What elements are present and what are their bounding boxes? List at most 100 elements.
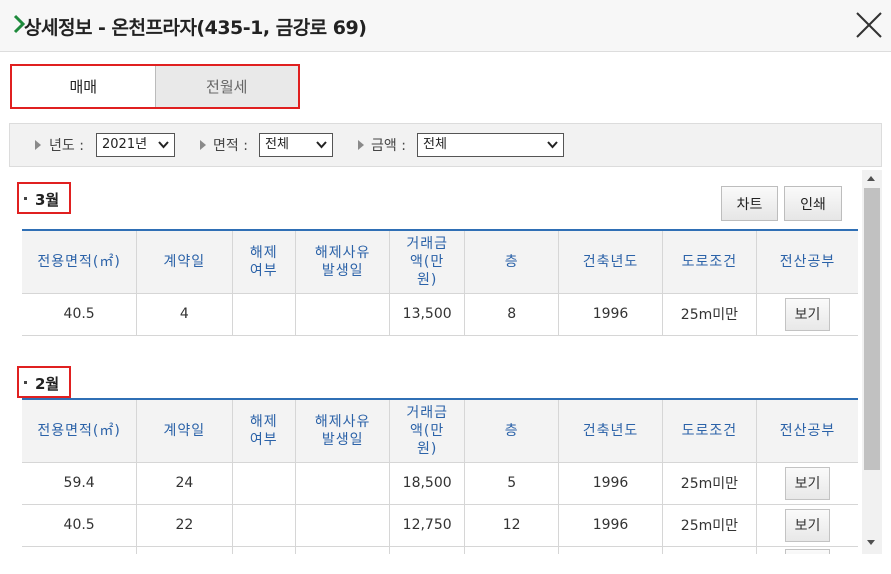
column-header-price: 거래금 액(만 원)	[389, 229, 466, 294]
bullet-arrow-icon	[200, 140, 206, 150]
column-header-price: 거래금 액(만 원)	[389, 398, 466, 463]
cell-ledger	[756, 545, 858, 554]
table-row: 59.4 24 18,500 5 1996 25m미만 보기	[22, 461, 858, 505]
table-header-row: 전용면적(㎡) 계약일 해제 여부 해제사유 발생일 거래금 액(만 원) 층 건축년도…	[22, 229, 858, 294]
chevron-down-icon	[547, 141, 558, 149]
cell-built-year: 1996	[558, 503, 663, 547]
cell-ledger: 보기	[756, 461, 858, 505]
column-header-built-year: 건축년도	[558, 229, 663, 294]
column-header-cancel-date: 해제사유 발생일	[295, 229, 391, 294]
transactions-table-march: 전용면적(㎡) 계약일 해제 여부 해제사유 발생일 거래금 액(만 원) 층 건축년도…	[22, 229, 858, 336]
year-select[interactable]: 2021년	[96, 133, 175, 157]
cell-floor: 5	[464, 461, 560, 505]
cell-cancel-date	[295, 461, 391, 505]
bullet-arrow-icon	[358, 140, 364, 150]
cell-contract-day: 24	[136, 461, 233, 505]
view-ledger-button[interactable]: 보기	[785, 466, 830, 500]
window-title: 상세정보 - 온천프라자(435-1, 금강로 69)	[24, 17, 367, 39]
column-header-ledger: 전산공부	[756, 229, 858, 294]
column-header-area: 전용면적(㎡)	[22, 398, 138, 463]
bullet-dot-icon	[24, 381, 27, 384]
column-header-contract-day: 계약일	[136, 398, 233, 463]
cell-cancel-date	[295, 545, 391, 554]
title-bar: 상세정보 - 온천프라자(435-1, 금강로 69)	[0, 0, 891, 52]
tab-sale[interactable]: 매매	[12, 66, 155, 107]
month-heading: 3월	[17, 182, 72, 214]
column-header-floor: 층	[464, 229, 560, 294]
cell-cancelled	[231, 461, 297, 505]
amount-select[interactable]: 전체	[417, 133, 564, 157]
cell-road	[661, 545, 758, 554]
chevron-down-icon	[158, 141, 169, 149]
year-select-value: 2021년	[102, 137, 148, 152]
cell-road: 25m미만	[661, 292, 758, 336]
column-header-contract-day: 계약일	[136, 229, 233, 294]
column-header-built-year: 건축년도	[558, 398, 663, 463]
amount-filter-label: 금액 :	[371, 138, 406, 154]
amount-select-value: 전체	[423, 137, 447, 152]
month-heading: 2월	[17, 366, 72, 398]
cell-floor: 12	[464, 503, 560, 547]
cell-floor: 8	[464, 292, 560, 336]
cell-area	[22, 545, 138, 554]
column-header-road: 도로조건	[661, 398, 758, 463]
cell-cancel-date	[295, 292, 391, 336]
area-filter-label: 면적 :	[213, 138, 248, 154]
area-select[interactable]: 전체	[259, 133, 333, 157]
cell-price: 18,500	[389, 461, 466, 505]
table-header-row: 전용면적(㎡) 계약일 해제 여부 해제사유 발생일 거래금 액(만 원) 층 건축년도…	[22, 398, 858, 463]
table-row: 40.5 22 12,750 12 1996 25m미만 보기	[22, 503, 858, 547]
cell-floor	[464, 545, 560, 554]
results-scroll-area: 3월 차트 인쇄 전용면적(㎡) 계약일 해제 여부 해제사유 발생일 거래금 액(만…	[9, 170, 882, 554]
cell-cancelled	[231, 545, 297, 554]
cell-built-year: 1996	[558, 461, 663, 505]
cell-price: 12,750	[389, 503, 466, 547]
column-header-road: 도로조건	[661, 229, 758, 294]
table-row	[22, 545, 858, 554]
column-header-cancelled: 해제 여부	[231, 229, 297, 294]
scroll-up-arrow-icon[interactable]	[867, 176, 875, 181]
bullet-dot-icon	[24, 197, 27, 200]
cell-price: 13,500	[389, 292, 466, 336]
month-heading-label: 3월	[35, 191, 60, 209]
cell-road: 25m미만	[661, 503, 758, 547]
view-ledger-button[interactable]: 보기	[785, 508, 830, 542]
transactions-table-february: 전용면적(㎡) 계약일 해제 여부 해제사유 발생일 거래금 액(만 원) 층 건축년도…	[22, 398, 858, 554]
chart-button[interactable]: 차트	[721, 186, 778, 221]
cell-contract-day: 22	[136, 503, 233, 547]
area-select-value: 전체	[265, 137, 289, 152]
scrollbar-thumb[interactable]	[864, 188, 880, 470]
bullet-arrow-icon	[35, 140, 41, 150]
cell-contract-day	[136, 545, 233, 554]
cell-price	[389, 545, 466, 554]
column-header-cancelled: 해제 여부	[231, 398, 297, 463]
filter-bar: 년도 : 2021년 면적 : 전체 금액 : 전체	[9, 123, 882, 167]
cell-cancel-date	[295, 503, 391, 547]
close-icon[interactable]	[852, 8, 886, 42]
cell-cancelled	[231, 503, 297, 547]
column-header-ledger: 전산공부	[756, 398, 858, 463]
print-button[interactable]: 인쇄	[784, 186, 842, 221]
cell-ledger: 보기	[756, 292, 858, 336]
view-ledger-button[interactable]: 보기	[785, 297, 830, 331]
year-filter-label: 년도 :	[49, 138, 84, 154]
table-row: 40.5 4 13,500 8 1996 25m미만 보기	[22, 292, 858, 336]
vertical-scrollbar[interactable]	[862, 170, 882, 554]
chevron-down-icon	[316, 141, 327, 149]
month-heading-label: 2월	[35, 375, 60, 393]
cell-road: 25m미만	[661, 461, 758, 505]
cell-built-year	[558, 545, 663, 554]
column-header-floor: 층	[464, 398, 560, 463]
cell-cancelled	[231, 292, 297, 336]
scroll-down-arrow-icon[interactable]	[867, 540, 875, 545]
cell-area: 59.4	[22, 461, 138, 505]
cell-ledger: 보기	[756, 503, 858, 547]
trade-type-tabs: 매매 전월세	[10, 64, 300, 109]
view-ledger-button[interactable]	[785, 548, 830, 554]
cell-built-year: 1996	[558, 292, 663, 336]
tab-rent[interactable]: 전월세	[154, 66, 298, 107]
cell-contract-day: 4	[136, 292, 233, 336]
column-header-cancel-date: 해제사유 발생일	[295, 398, 391, 463]
cell-area: 40.5	[22, 503, 138, 547]
column-header-area: 전용면적(㎡)	[22, 229, 138, 294]
